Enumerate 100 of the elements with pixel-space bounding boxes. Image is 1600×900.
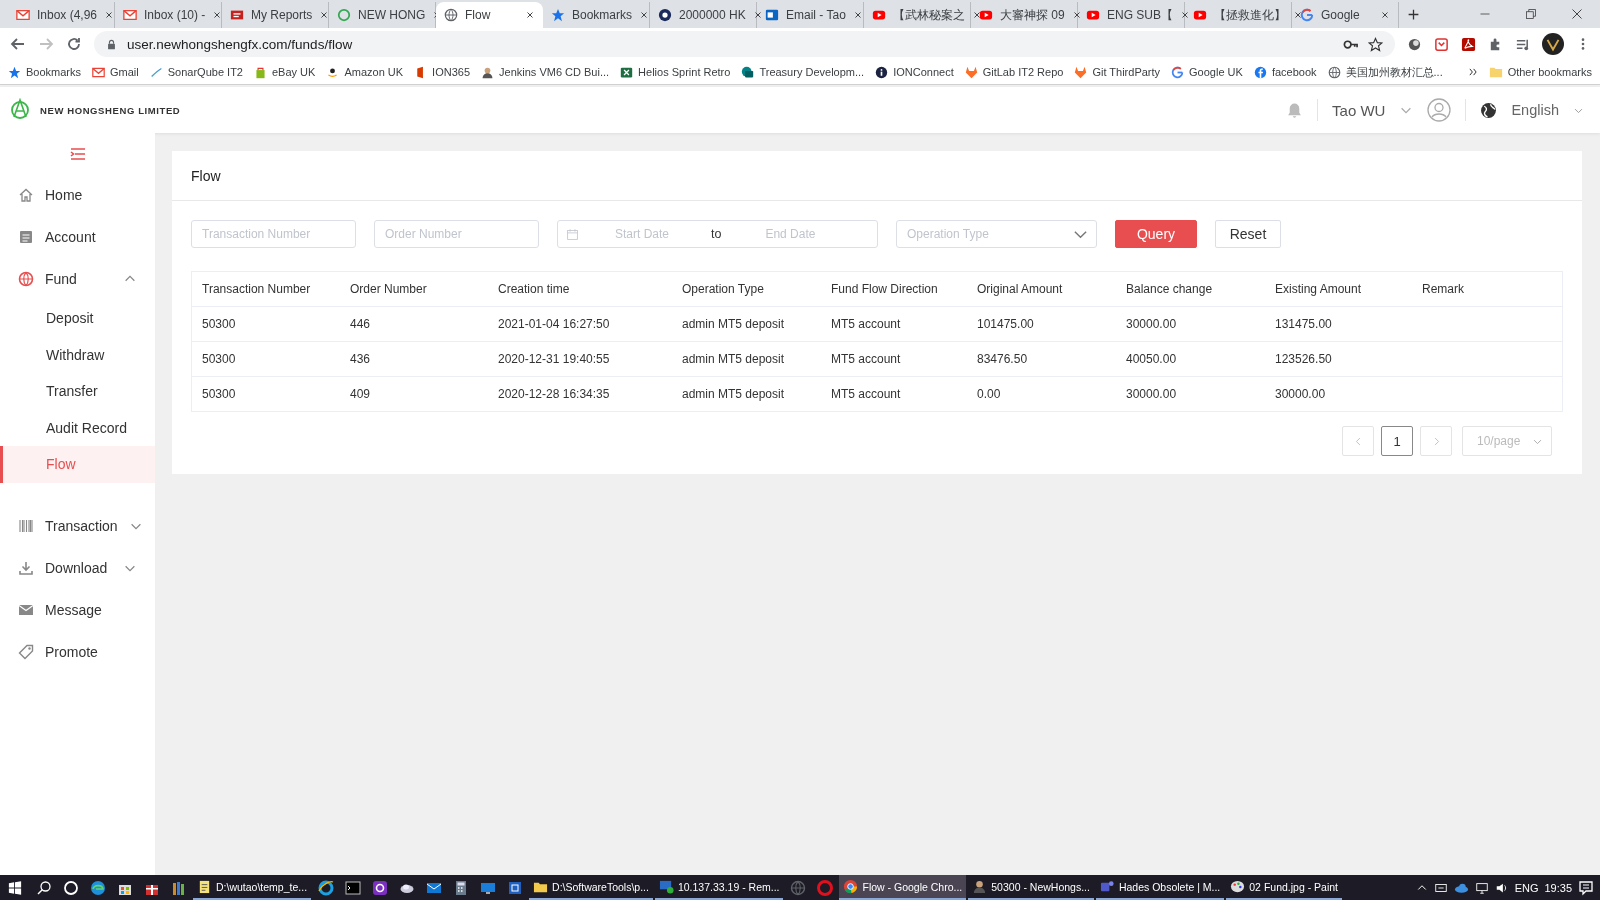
close-icon[interactable] [852, 10, 863, 20]
globe-icon[interactable] [1480, 101, 1498, 119]
books-icon [170, 879, 187, 896]
close-icon[interactable] [1180, 10, 1190, 20]
browser-tab[interactable]: Flow [436, 2, 543, 28]
bookmark-item[interactable]: GitLab IT2 Repo [964, 65, 1064, 79]
sidebar-item[interactable]: Message [0, 588, 155, 631]
sidebar-subitem[interactable]: Transfer [0, 373, 155, 410]
close-icon[interactable] [319, 10, 330, 20]
taskbar-app[interactable]: Hades Obsolete | M... [1095, 875, 1225, 900]
search-icon [35, 879, 52, 896]
bookmark-folder[interactable]: Other bookmarks [1488, 65, 1592, 79]
bookmark-item[interactable]: Bookmarks [8, 65, 82, 79]
bookmark-item[interactable]: facebook [1253, 65, 1317, 79]
back-icon[interactable] [10, 36, 26, 52]
network-icon[interactable] [1474, 880, 1489, 895]
close-icon[interactable] [525, 10, 535, 20]
double-chevron-icon[interactable] [1467, 67, 1478, 77]
column-header: Creation time [497, 282, 571, 296]
user-name[interactable]: Tao WU [1332, 101, 1386, 119]
close-icon[interactable] [639, 10, 650, 20]
windows-icon[interactable] [8, 880, 22, 895]
table-cell-text: 409 [349, 387, 372, 401]
taskbar-app[interactable]: 02 Fund.jpg - Paint [1226, 875, 1342, 900]
table-cell-text: 83476.50 [976, 352, 1029, 366]
monitor-icon [658, 879, 674, 894]
bookmark-item[interactable]: SonarQube IT2 [149, 65, 243, 79]
brand-name: NEW HONGSHENG LIMITED [40, 104, 181, 116]
notepad-icon [197, 879, 212, 894]
column-header: Order Number [349, 282, 428, 296]
language-selector[interactable]: English [1511, 102, 1559, 118]
pocket-icon[interactable] [1434, 36, 1449, 52]
query-button[interactable]: Query [1115, 220, 1197, 248]
taskbar-app[interactable]: D:\wutao\temp_te... [193, 875, 312, 900]
bookmark-item[interactable]: Google UK [1171, 65, 1243, 79]
close-icon[interactable] [1380, 10, 1390, 20]
close-icon[interactable] [1293, 10, 1303, 20]
clock[interactable]: 19:35 [1544, 881, 1572, 894]
circle-icon[interactable] [1407, 36, 1422, 52]
pdf-icon[interactable] [1461, 36, 1476, 52]
page-number[interactable]: 1 [1381, 426, 1413, 456]
e-logo-icon [317, 879, 334, 896]
plus-icon[interactable] [1407, 7, 1420, 21]
bookmark-item[interactable]: Treasury Developm... [741, 65, 865, 79]
logo-icon[interactable] [10, 98, 30, 122]
sidebar-subitem[interactable]: Deposit [0, 300, 155, 337]
avatar-icon[interactable] [1542, 33, 1564, 55]
sidebar-subitem[interactable]: Audit Record [0, 409, 155, 446]
bookmark-item[interactable]: 美国加州教材汇总... [1327, 64, 1443, 80]
bookmark-item[interactable]: Jenkins VM6 CD Bui... [481, 65, 610, 79]
sidebar-item[interactable]: Transaction [0, 504, 155, 547]
reload-icon[interactable] [66, 36, 82, 52]
close-icon[interactable] [972, 10, 982, 20]
reset-button[interactable]: Reset [1215, 220, 1281, 248]
table-cell-text: 123526.50 [1274, 352, 1333, 366]
bookmark-item[interactable]: Git ThirdParty [1074, 65, 1161, 79]
bookmark-item[interactable]: Amazon UK [326, 65, 404, 79]
column-header: Balance change [1125, 282, 1214, 296]
taskbar-app[interactable]: 50300 - NewHongs... [968, 875, 1094, 900]
input-field[interactable]: Order Number [374, 220, 539, 248]
bookmark-item[interactable]: Gmail [92, 65, 139, 79]
table-cell-text: 2020-12-28 16:34:35 [497, 387, 611, 401]
input-language[interactable]: ENG [1514, 881, 1539, 894]
home-icon [18, 187, 34, 203]
table-cell-text: 50300 [201, 317, 237, 331]
date-range-field[interactable]: Start Date to End Date [557, 220, 878, 248]
play-icon [979, 8, 993, 22]
bookmark-item[interactable]: Helios Sprint Retro [620, 65, 731, 79]
folder-icon [1488, 65, 1503, 79]
circle-icon [62, 879, 79, 896]
sidebar-subitem[interactable]: Withdraw [0, 336, 155, 373]
taskbar-app[interactable]: Flow - Google Chro... [839, 875, 967, 900]
sidebar-item[interactable]: Promote [0, 630, 155, 673]
globe-icon [1327, 65, 1341, 79]
bookmark-item[interactable]: ION365 [414, 65, 471, 79]
notification-icon[interactable] [1578, 879, 1594, 896]
menu-icon[interactable] [69, 146, 86, 162]
fox-icon [1074, 65, 1088, 79]
download-icon [18, 559, 34, 576]
close-icon[interactable] [752, 10, 763, 20]
star-icon[interactable] [1368, 36, 1383, 52]
barcode-icon [18, 517, 34, 534]
sidebar-item[interactable]: Account [0, 216, 155, 258]
taskbar-app[interactable]: D:\SoftwareTools\p... [529, 875, 653, 900]
address-bar[interactable]: user.newhongshengfx.com/funds/flow [94, 31, 1395, 57]
bookmark-item[interactable]: eBay UK [254, 65, 316, 79]
table-cell-text: admin MT5 deposit [681, 317, 786, 331]
sidebar-item[interactable]: Download [0, 546, 155, 589]
close-icon[interactable] [1071, 10, 1082, 20]
taskbar-app[interactable]: 10.137.33.19 - Rem... [654, 875, 784, 900]
close-icon[interactable] [104, 10, 115, 20]
tag-icon [18, 643, 34, 660]
bookmark-item[interactable]: IONConnect [875, 65, 954, 79]
sidebar-item[interactable]: Fund [0, 258, 155, 300]
table-cell-text: 0.00 [976, 387, 1002, 401]
table-cell-text: admin MT5 deposit [681, 387, 786, 401]
mail-icon [765, 8, 779, 22]
close-icon[interactable] [212, 10, 223, 20]
input-field[interactable]: Transaction Number [191, 220, 356, 248]
sidebar-item[interactable]: Home [0, 174, 155, 216]
